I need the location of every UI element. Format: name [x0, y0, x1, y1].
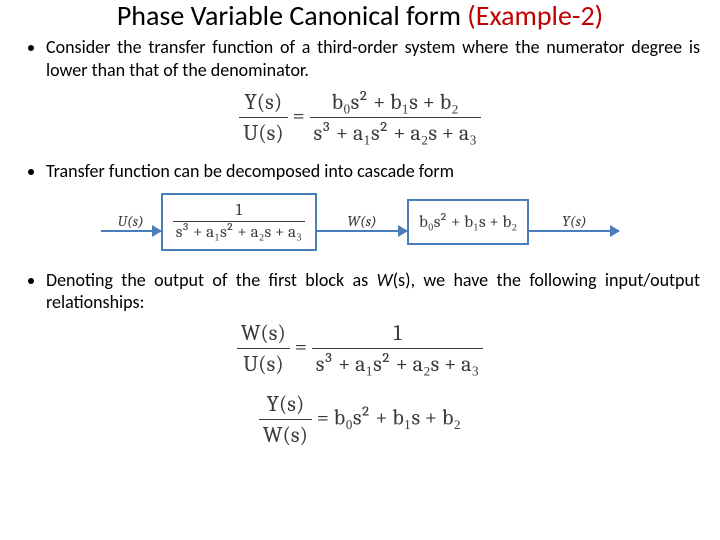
bullet-list-3: Denoting the output of the first block a… — [28, 269, 700, 314]
eq1-lhs-frac: Y(s) U(s) — [239, 89, 288, 146]
bullet-list-2: Transfer function can be decomposed into… — [28, 160, 700, 183]
arrow-u: U(s) — [101, 212, 161, 232]
title-prefix: Phase Variable Canonical form — [117, 0, 467, 33]
bullet-2: Transfer function can be decomposed into… — [46, 160, 700, 183]
arrow-y: Y(s) — [529, 212, 619, 232]
eq1-equals: = — [292, 103, 309, 129]
block-2: b₀s² + b₁s + b₂ — [407, 199, 529, 245]
equation-2: W(s) U(s) = 1 s³ + a₁s² + a₂s + a₃ — [237, 320, 483, 377]
equation-stack: W(s) U(s) = 1 s³ + a₁s² + a₂s + a₃ Y(s) … — [20, 320, 700, 448]
eq1-rhs-frac: b₀s² + b₁s + b₂ s³ + a₁s² + a₂s + a₃ — [310, 89, 481, 146]
arrow-w: W(s) — [317, 212, 407, 232]
bullet-list: Consider the transfer function of a thir… — [28, 36, 700, 81]
block-1: 1 s³ + a₁s² + a₂s + a₃ — [161, 193, 317, 251]
title-suffix: (Example-2) — [467, 0, 603, 33]
equation-3: Y(s) W(s) = b₀s² + b₁s + b₂ — [259, 391, 461, 448]
slide: Phase Variable Canonical form (Example-2… — [0, 0, 720, 448]
cascade-diagram: U(s) 1 s³ + a₁s² + a₂s + a₃ W(s) b₀s² + … — [20, 193, 700, 251]
bullet-3: Denoting the output of the first block a… — [46, 269, 700, 314]
equation-1: Y(s) U(s) = b₀s² + b₁s + b₂ s³ + a₁s² + … — [20, 89, 700, 146]
slide-title: Phase Variable Canonical form (Example-2… — [20, 0, 700, 32]
bullet-1: Consider the transfer function of a thir… — [46, 36, 700, 81]
